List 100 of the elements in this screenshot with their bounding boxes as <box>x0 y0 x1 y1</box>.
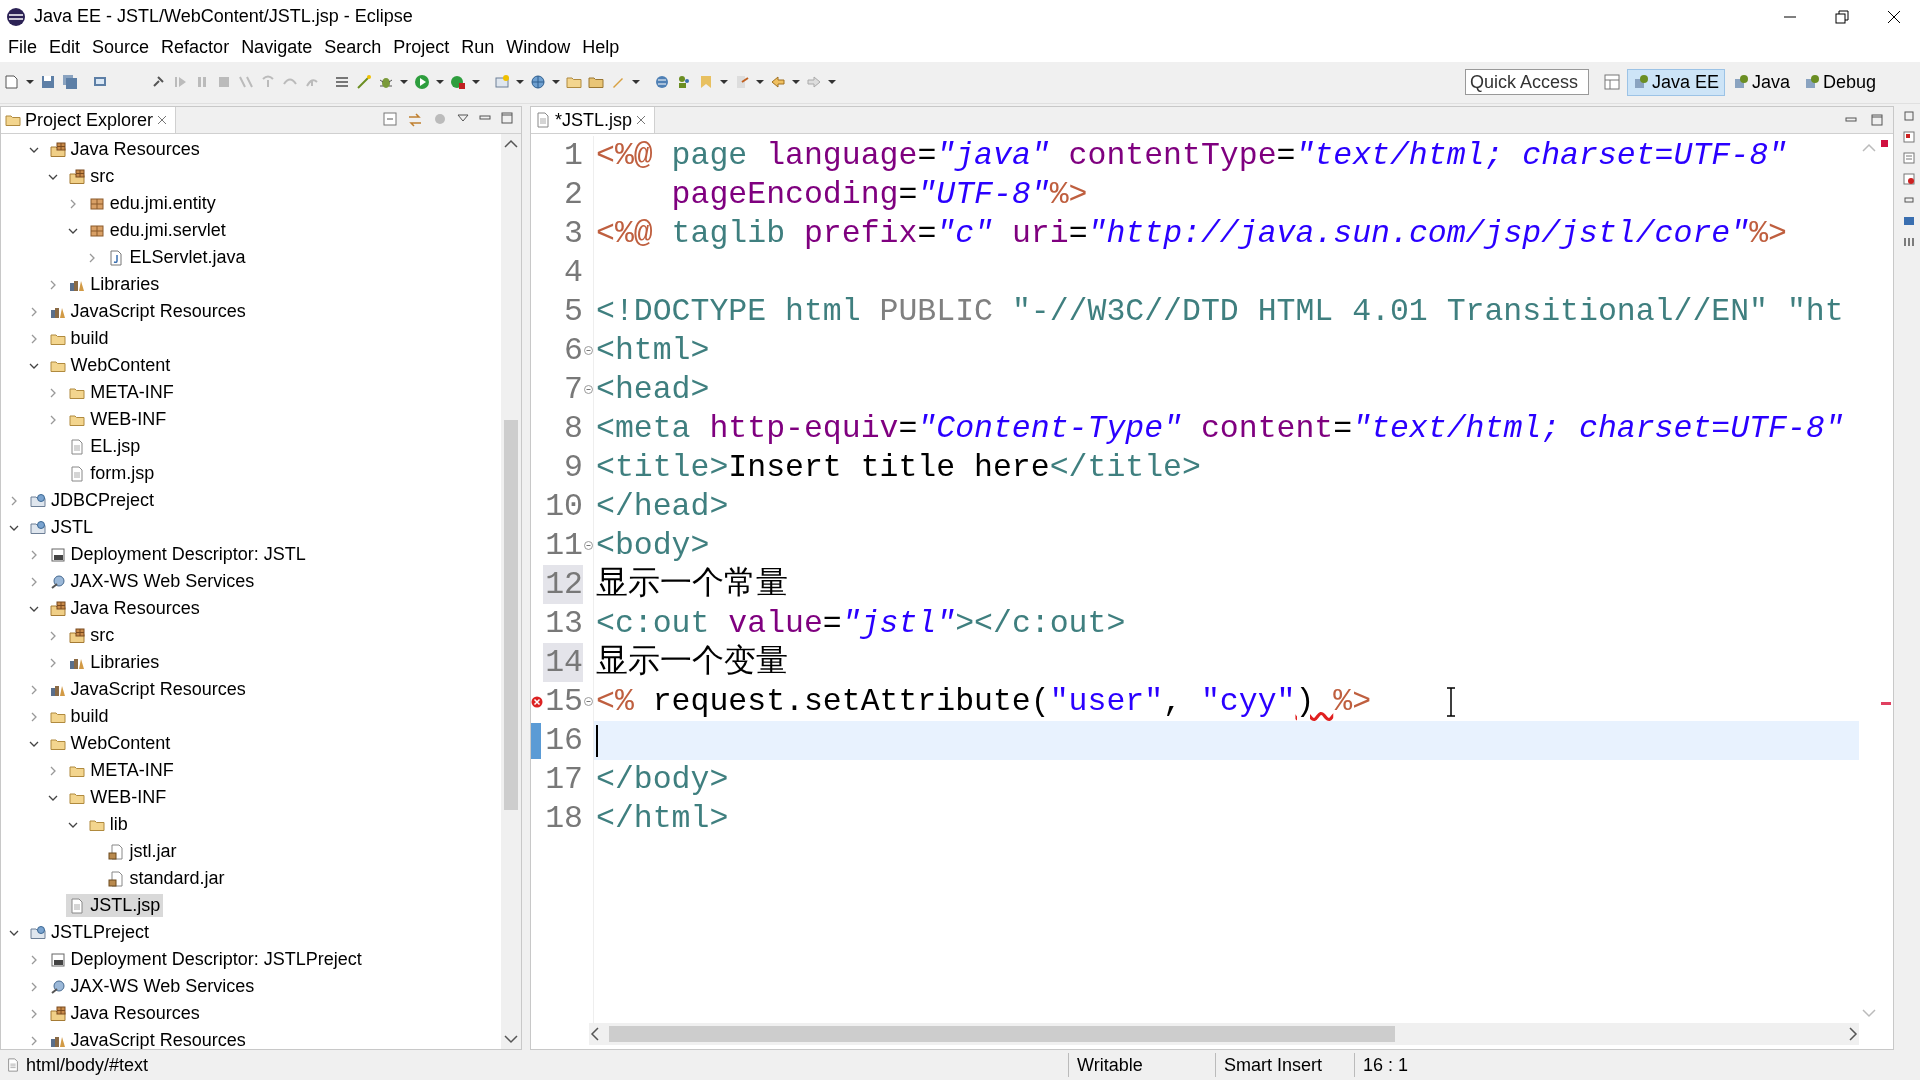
perspective-button[interactable]: Debug <box>1797 68 1882 96</box>
tree-item[interactable]: JSTL <box>27 516 96 540</box>
tree-item[interactable]: build <box>46 705 112 729</box>
link-icon[interactable] <box>407 112 423 129</box>
new-file-icon[interactable] <box>4 74 20 91</box>
floppy-disks-icon[interactable] <box>62 74 78 91</box>
tree-item[interactable]: Java Resources <box>46 1002 203 1026</box>
web-services-icon <box>49 978 66 995</box>
coverage-icon[interactable] <box>450 74 466 91</box>
tree-item[interactable]: edu.jmi.servlet <box>85 219 229 243</box>
tree-item[interactable]: Java Resources <box>46 597 203 621</box>
tree-item[interactable]: edu.jmi.entity <box>85 192 219 216</box>
source-folder-icon <box>69 627 86 644</box>
tree-item[interactable]: ELServlet.java <box>105 246 249 270</box>
tree-item[interactable]: JSTL.jsp <box>66 894 164 918</box>
menu-item[interactable]: File <box>2 37 43 59</box>
error-marker[interactable] <box>1881 702 1891 706</box>
play-icon[interactable] <box>414 74 430 91</box>
code-line: <%@ taglib prefix="c" uri="http://java.sun.com/jsp/jstl/core"%> <box>596 215 1787 254</box>
tree-item[interactable]: JDBCPreject <box>27 489 158 513</box>
line-number: 11 <box>544 527 583 566</box>
code-line: <!DOCTYPE html PUBLIC "-//W3C//DTD HTML 4.01 Transitional//EN" "ht <box>596 293 1844 332</box>
scroll-left-icon[interactable] <box>589 1026 601 1043</box>
maximize-icon[interactable] <box>501 112 513 125</box>
status-text: 16 : 1 <box>1363 1054 1409 1076</box>
tree-item[interactable]: Libraries <box>66 651 163 675</box>
java-resources-icon <box>49 141 66 158</box>
collapse-all-icon[interactable] <box>383 112 397 127</box>
menu-item[interactable]: Edit <box>43 37 87 59</box>
tree-item[interactable]: EL.jsp <box>66 435 144 459</box>
tree-item[interactable]: JavaScript Resources <box>46 1029 249 1050</box>
package-icon <box>88 222 105 239</box>
tree-item[interactable]: standard.jar <box>105 867 228 891</box>
tree-item[interactable]: WEB-INF <box>66 408 170 432</box>
descriptor-icon <box>49 951 66 968</box>
tree-item[interactable]: WebContent <box>46 354 174 378</box>
tree-item[interactable]: Deployment Descriptor: JSTLPreject <box>46 948 365 972</box>
tree-item[interactable]: lib <box>85 813 131 837</box>
problems-icon[interactable] <box>1903 173 1915 186</box>
tree-item[interactable]: Deployment Descriptor: JSTL <box>46 543 309 567</box>
console-icon[interactable] <box>1903 215 1915 228</box>
menu-item[interactable]: Navigate <box>235 37 319 59</box>
close-icon[interactable] <box>1886 8 1902 25</box>
fold-icon[interactable] <box>583 541 593 551</box>
tree-item[interactable]: JSTLPreject <box>27 921 153 945</box>
menu-item[interactable]: Run <box>455 37 501 59</box>
scrollbar-thumb[interactable] <box>609 1026 1395 1043</box>
quick-access-field[interactable]: Quick Access <box>1464 69 1589 96</box>
line-number: 6 <box>563 332 583 371</box>
menu-item[interactable]: Help <box>576 37 626 59</box>
tree-item[interactable]: src <box>66 165 118 189</box>
open-folder-icon[interactable] <box>566 74 582 91</box>
tree-item[interactable]: build <box>46 327 112 351</box>
tree-item[interactable]: WEB-INF <box>66 786 170 810</box>
tree-item[interactable]: src <box>66 624 118 648</box>
menu-item[interactable]: Window <box>500 37 577 59</box>
editor-tab[interactable]: *JSTL.jsp <box>531 107 656 134</box>
perspective-button[interactable]: Java <box>1726 68 1796 96</box>
scroll-down-icon[interactable] <box>503 1033 519 1046</box>
servers-icon[interactable] <box>1903 236 1915 249</box>
code-line: <c:out value="jstl"></c:out> <box>596 605 1126 644</box>
wand-icon[interactable] <box>356 74 372 91</box>
window-title: Java EE - JSTL/WebContent/JSTL.jsp - Eclipse <box>34 6 414 28</box>
menu-item[interactable]: Source <box>86 37 156 59</box>
open-perspective-icon[interactable] <box>1602 73 1621 92</box>
tree-item[interactable]: jstl.jar <box>105 840 180 864</box>
outline-icon[interactable] <box>1903 131 1915 144</box>
marker-icon[interactable] <box>698 74 714 91</box>
web-services-icon <box>49 573 66 590</box>
tree-item[interactable]: JAX-WS Web Services <box>46 570 258 594</box>
maximize-icon[interactable] <box>1871 114 1883 127</box>
java-file-icon <box>108 249 125 266</box>
menu-item[interactable]: Project <box>387 37 456 59</box>
restore-icon[interactable] <box>1834 8 1850 25</box>
menu-item[interactable]: Refactor <box>155 37 236 59</box>
tree-item[interactable]: JAX-WS Web Services <box>46 975 258 999</box>
tree-item[interactable]: META-INF <box>66 381 177 405</box>
globe-icon[interactable] <box>530 74 546 91</box>
scroll-right-icon[interactable] <box>1847 1026 1859 1043</box>
view-tab[interactable]: Project Explorer <box>1 107 177 134</box>
left-arrow-icon[interactable] <box>770 74 786 91</box>
error-summary-marker[interactable] <box>1881 140 1888 148</box>
tree-item[interactable]: JavaScript Resources <box>46 678 249 702</box>
people-icon[interactable] <box>676 74 692 91</box>
fold-icon[interactable] <box>583 346 593 356</box>
tree-item[interactable]: JavaScript Resources <box>46 300 249 324</box>
server-icon[interactable] <box>494 74 510 91</box>
folder-icon[interactable] <box>588 74 604 91</box>
tree-item[interactable]: META-INF <box>66 759 177 783</box>
world-icon[interactable] <box>654 74 670 91</box>
tree-item[interactable]: WebContent <box>46 732 174 756</box>
tree-item[interactable]: Java Resources <box>46 138 203 162</box>
tree-item[interactable]: form.jsp <box>66 462 158 486</box>
fold-icon[interactable] <box>583 697 593 707</box>
scrollbar-thumb[interactable] <box>504 420 518 811</box>
tree-item[interactable]: Libraries <box>66 273 163 297</box>
menu-item[interactable]: Search <box>318 37 388 59</box>
perspective-button[interactable]: Java EE <box>1626 68 1725 96</box>
properties-icon[interactable] <box>1903 152 1915 165</box>
fold-icon[interactable] <box>583 385 593 395</box>
